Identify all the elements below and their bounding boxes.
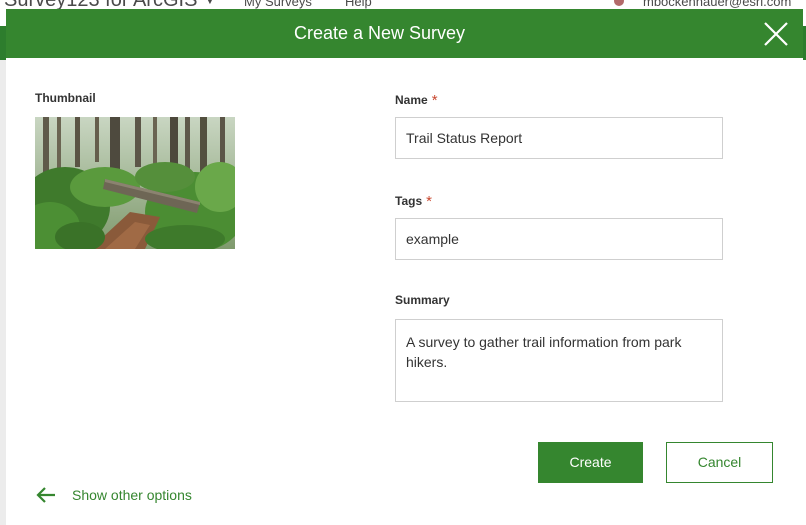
- cancel-button[interactable]: Cancel: [666, 442, 773, 483]
- chevron-down-icon[interactable]: ▼: [204, 0, 216, 7]
- tags-input[interactable]: example: [395, 218, 723, 260]
- show-other-options-label: Show other options: [72, 487, 192, 503]
- user-name[interactable]: mbockenhauer@esri.com: [643, 0, 791, 9]
- background-app-header: Survey123 for ArcGIS ▼ My Surveys Help m…: [0, 0, 806, 11]
- create-button[interactable]: Create: [538, 442, 643, 483]
- name-label-text: Name: [395, 93, 428, 107]
- thumbnail-image[interactable]: [35, 117, 235, 249]
- thumbnail-label: Thumbnail: [35, 91, 96, 105]
- avatar[interactable]: [614, 0, 624, 6]
- close-icon: [764, 22, 788, 46]
- dialog-title: Create a New Survey: [293, 23, 466, 43]
- nav-help[interactable]: Help: [345, 0, 372, 9]
- arrow-left-icon: [36, 487, 55, 503]
- create-survey-dialog: Create a New Survey Thumbnail Name * Tra…: [6, 9, 803, 525]
- required-marker: *: [426, 193, 432, 210]
- nav-my-surveys[interactable]: My Surveys: [244, 0, 312, 9]
- dialog-header: Create a New Survey: [6, 9, 803, 58]
- summary-textarea[interactable]: A survey to gather trail information fro…: [395, 319, 723, 402]
- show-other-options-link[interactable]: Show other options: [36, 485, 192, 505]
- name-label: Name *: [395, 91, 438, 109]
- summary-label: Summary: [395, 293, 450, 307]
- name-input[interactable]: Trail Status Report: [395, 117, 723, 159]
- required-marker: *: [431, 92, 438, 109]
- close-button[interactable]: [761, 19, 791, 49]
- tags-label-text: Tags: [395, 194, 423, 208]
- tags-label: Tags *: [395, 192, 432, 210]
